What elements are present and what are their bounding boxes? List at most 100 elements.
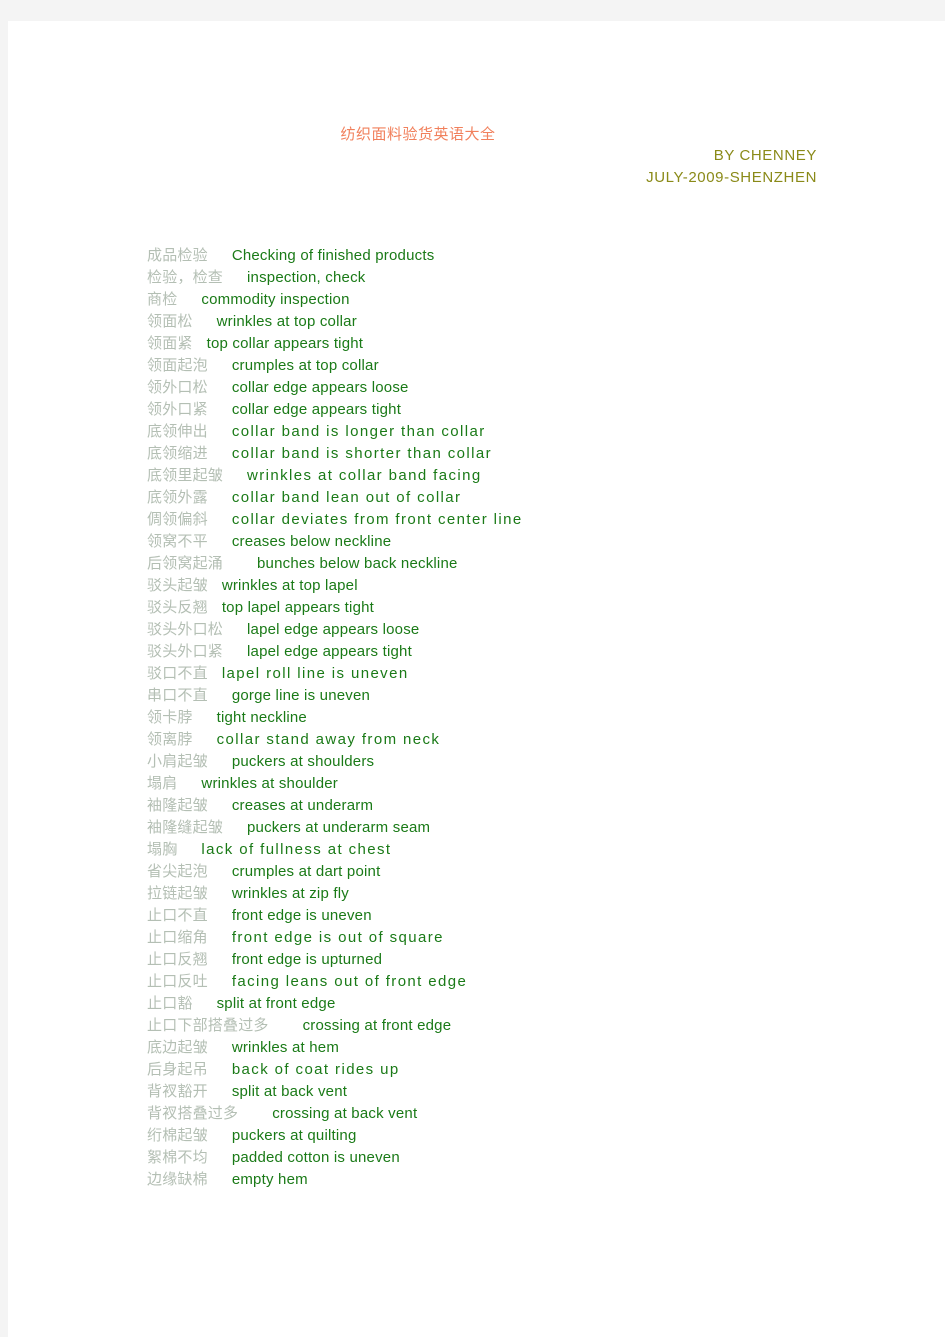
term-english: gorge line is uneven (231, 687, 371, 704)
term-chinese: 领窝不平 (147, 533, 208, 550)
byline-dateline: JULY-2009-SHENZHEN (646, 169, 817, 186)
term-chinese: 止口下部搭叠过多 (147, 1017, 269, 1034)
term-row: 底领缩进 collar band is shorter than collar (147, 443, 907, 465)
term-row: 成品检验 Checking of finished products (147, 245, 907, 267)
term-row: 绗棉起皱 puckers at quilting (147, 1125, 907, 1147)
term-row: 领离脖 collar stand away from neck (147, 729, 907, 751)
term-english: front edge is out of square (231, 929, 444, 946)
term-english: puckers at shoulders (231, 753, 375, 770)
term-row: 止口豁 split at front edge (147, 993, 907, 1015)
term-english: lapel roll line is uneven (221, 665, 409, 682)
term-row: 后身起吊 back of coat rides up (147, 1059, 907, 1081)
term-english: split at back vent (231, 1083, 348, 1100)
term-english: top lapel appears tight (221, 599, 375, 616)
term-english: collar band is shorter than collar (231, 445, 493, 462)
term-english: crossing at back vent (272, 1105, 418, 1122)
term-chinese: 袖隆起皱 (147, 797, 208, 814)
term-english: empty hem (231, 1171, 308, 1188)
term-row: 串口不直 gorge line is uneven (147, 685, 907, 707)
term-row: 商检 commodity inspection (147, 289, 907, 311)
term-chinese: 领离脖 (147, 731, 193, 748)
term-english: front edge is uneven (231, 907, 372, 924)
term-chinese: 底领缩进 (147, 445, 208, 462)
term-row: 驳头外口松 lapel edge appears loose (147, 619, 907, 641)
document-page: 纺织面料验货英语大全 BY CHENNEY JULY-2009-SHENZHEN… (8, 21, 945, 1337)
term-chinese: 小肩起皱 (147, 753, 208, 770)
term-chinese: 底边起皱 (147, 1039, 208, 1056)
term-row: 絮棉不均 padded cotton is uneven (147, 1147, 907, 1169)
term-english: wrinkles at hem (231, 1039, 340, 1056)
term-row: 驳头反翘 top lapel appears tight (147, 597, 907, 619)
byline: BY CHENNEY JULY-2009-SHENZHEN (646, 145, 817, 189)
page-title: 纺织面料验货英语大全 (340, 126, 496, 143)
term-row: 领面起泡 crumples at top collar (147, 355, 907, 377)
term-chinese: 商检 (147, 291, 178, 308)
term-chinese: 领面起泡 (147, 357, 208, 374)
term-english: lapel edge appears tight (247, 643, 412, 660)
terminology-list: 成品检验 Checking of finished products 检验，检查 in… (147, 245, 907, 1191)
term-row: 领外口松 collar edge appears loose (147, 377, 907, 399)
term-chinese: 领外口紧 (147, 401, 208, 418)
term-row: 背衩豁开 split at back vent (147, 1081, 907, 1103)
term-english: wrinkles at collar band facing (247, 467, 482, 484)
term-chinese: 串口不直 (147, 687, 208, 704)
term-row: 止口反翘 front edge is upturned (147, 949, 907, 971)
term-chinese: 驳头起皱 (147, 577, 208, 594)
term-chinese: 袖隆缝起皱 (147, 819, 224, 836)
term-chinese: 检验，检查 (147, 269, 224, 286)
term-english: collar edge appears tight (231, 401, 402, 418)
term-chinese: 驳头外口松 (147, 621, 224, 638)
term-english: puckers at underarm seam (247, 819, 431, 836)
term-row: 止口下部搭叠过多 crossing at front edge (147, 1015, 907, 1037)
term-english: crossing at front edge (302, 1017, 452, 1034)
term-chinese: 绗棉起皱 (147, 1127, 208, 1144)
term-english: wrinkles at zip fly (231, 885, 349, 902)
term-english: collar stand away from neck (216, 731, 441, 748)
term-row: 止口反吐 facing leans out of front edge (147, 971, 907, 993)
term-english: collar band lean out of collar (231, 489, 462, 506)
term-row: 后领窝起涌 bunches below back neckline (147, 553, 907, 575)
term-row: 止口缩角 front edge is out of square (147, 927, 907, 949)
term-chinese: 驳头反翘 (147, 599, 208, 616)
term-english: tight neckline (216, 709, 307, 726)
term-english: split at front edge (216, 995, 336, 1012)
term-english: collar edge appears loose (231, 379, 409, 396)
term-english: top collar appears tight (206, 335, 364, 352)
term-row: 领窝不平 creases below neckline (147, 531, 907, 553)
term-chinese: 底领外露 (147, 489, 208, 506)
term-row: 袖隆起皱 creases at underarm (147, 795, 907, 817)
term-chinese: 背衩豁开 (147, 1083, 208, 1100)
term-english: front edge is upturned (231, 951, 383, 968)
term-row: 袖隆缝起皱 puckers at underarm seam (147, 817, 907, 839)
term-row: 驳口不直 lapel roll line is uneven (147, 663, 907, 685)
term-row: 底边起皱 wrinkles at hem (147, 1037, 907, 1059)
term-english: lapel edge appears loose (247, 621, 420, 638)
term-english: creases at underarm (231, 797, 374, 814)
term-row: 背衩搭叠过多 crossing at back vent (147, 1103, 907, 1125)
term-chinese: 底领伸出 (147, 423, 208, 440)
term-row: 领面松 wrinkles at top collar (147, 311, 907, 333)
term-row: 边缘缺棉 empty hem (147, 1169, 907, 1191)
byline-author: BY CHENNEY (713, 147, 817, 164)
term-english: Checking of finished products (231, 247, 435, 264)
term-row: 底领伸出 collar band is longer than collar (147, 421, 907, 443)
term-chinese: 底领里起皱 (147, 467, 224, 484)
term-row: 拉链起皱 wrinkles at zip fly (147, 883, 907, 905)
term-english: wrinkles at shoulder (201, 775, 338, 792)
term-row: 驳头起皱 wrinkles at top lapel (147, 575, 907, 597)
term-row: 小肩起皱 puckers at shoulders (147, 751, 907, 773)
term-chinese: 领面松 (147, 313, 193, 330)
term-row: 检验，检查 inspection, check (147, 267, 907, 289)
term-chinese: 止口豁 (147, 995, 193, 1012)
term-chinese: 边缘缺棉 (147, 1171, 208, 1188)
term-row: 省尖起泡 crumples at dart point (147, 861, 907, 883)
term-english: padded cotton is uneven (231, 1149, 400, 1166)
term-chinese: 后身起吊 (147, 1061, 208, 1078)
term-english: lack of fullness at chest (201, 841, 392, 858)
term-english: commodity inspection (201, 291, 350, 308)
term-row: 倜领偏斜 collar deviates from front center li… (147, 509, 907, 531)
term-chinese: 驳口不直 (147, 665, 208, 682)
term-row: 塌胸 lack of fullness at chest (147, 839, 907, 861)
term-chinese: 絮棉不均 (147, 1149, 208, 1166)
term-chinese: 省尖起泡 (147, 863, 208, 880)
